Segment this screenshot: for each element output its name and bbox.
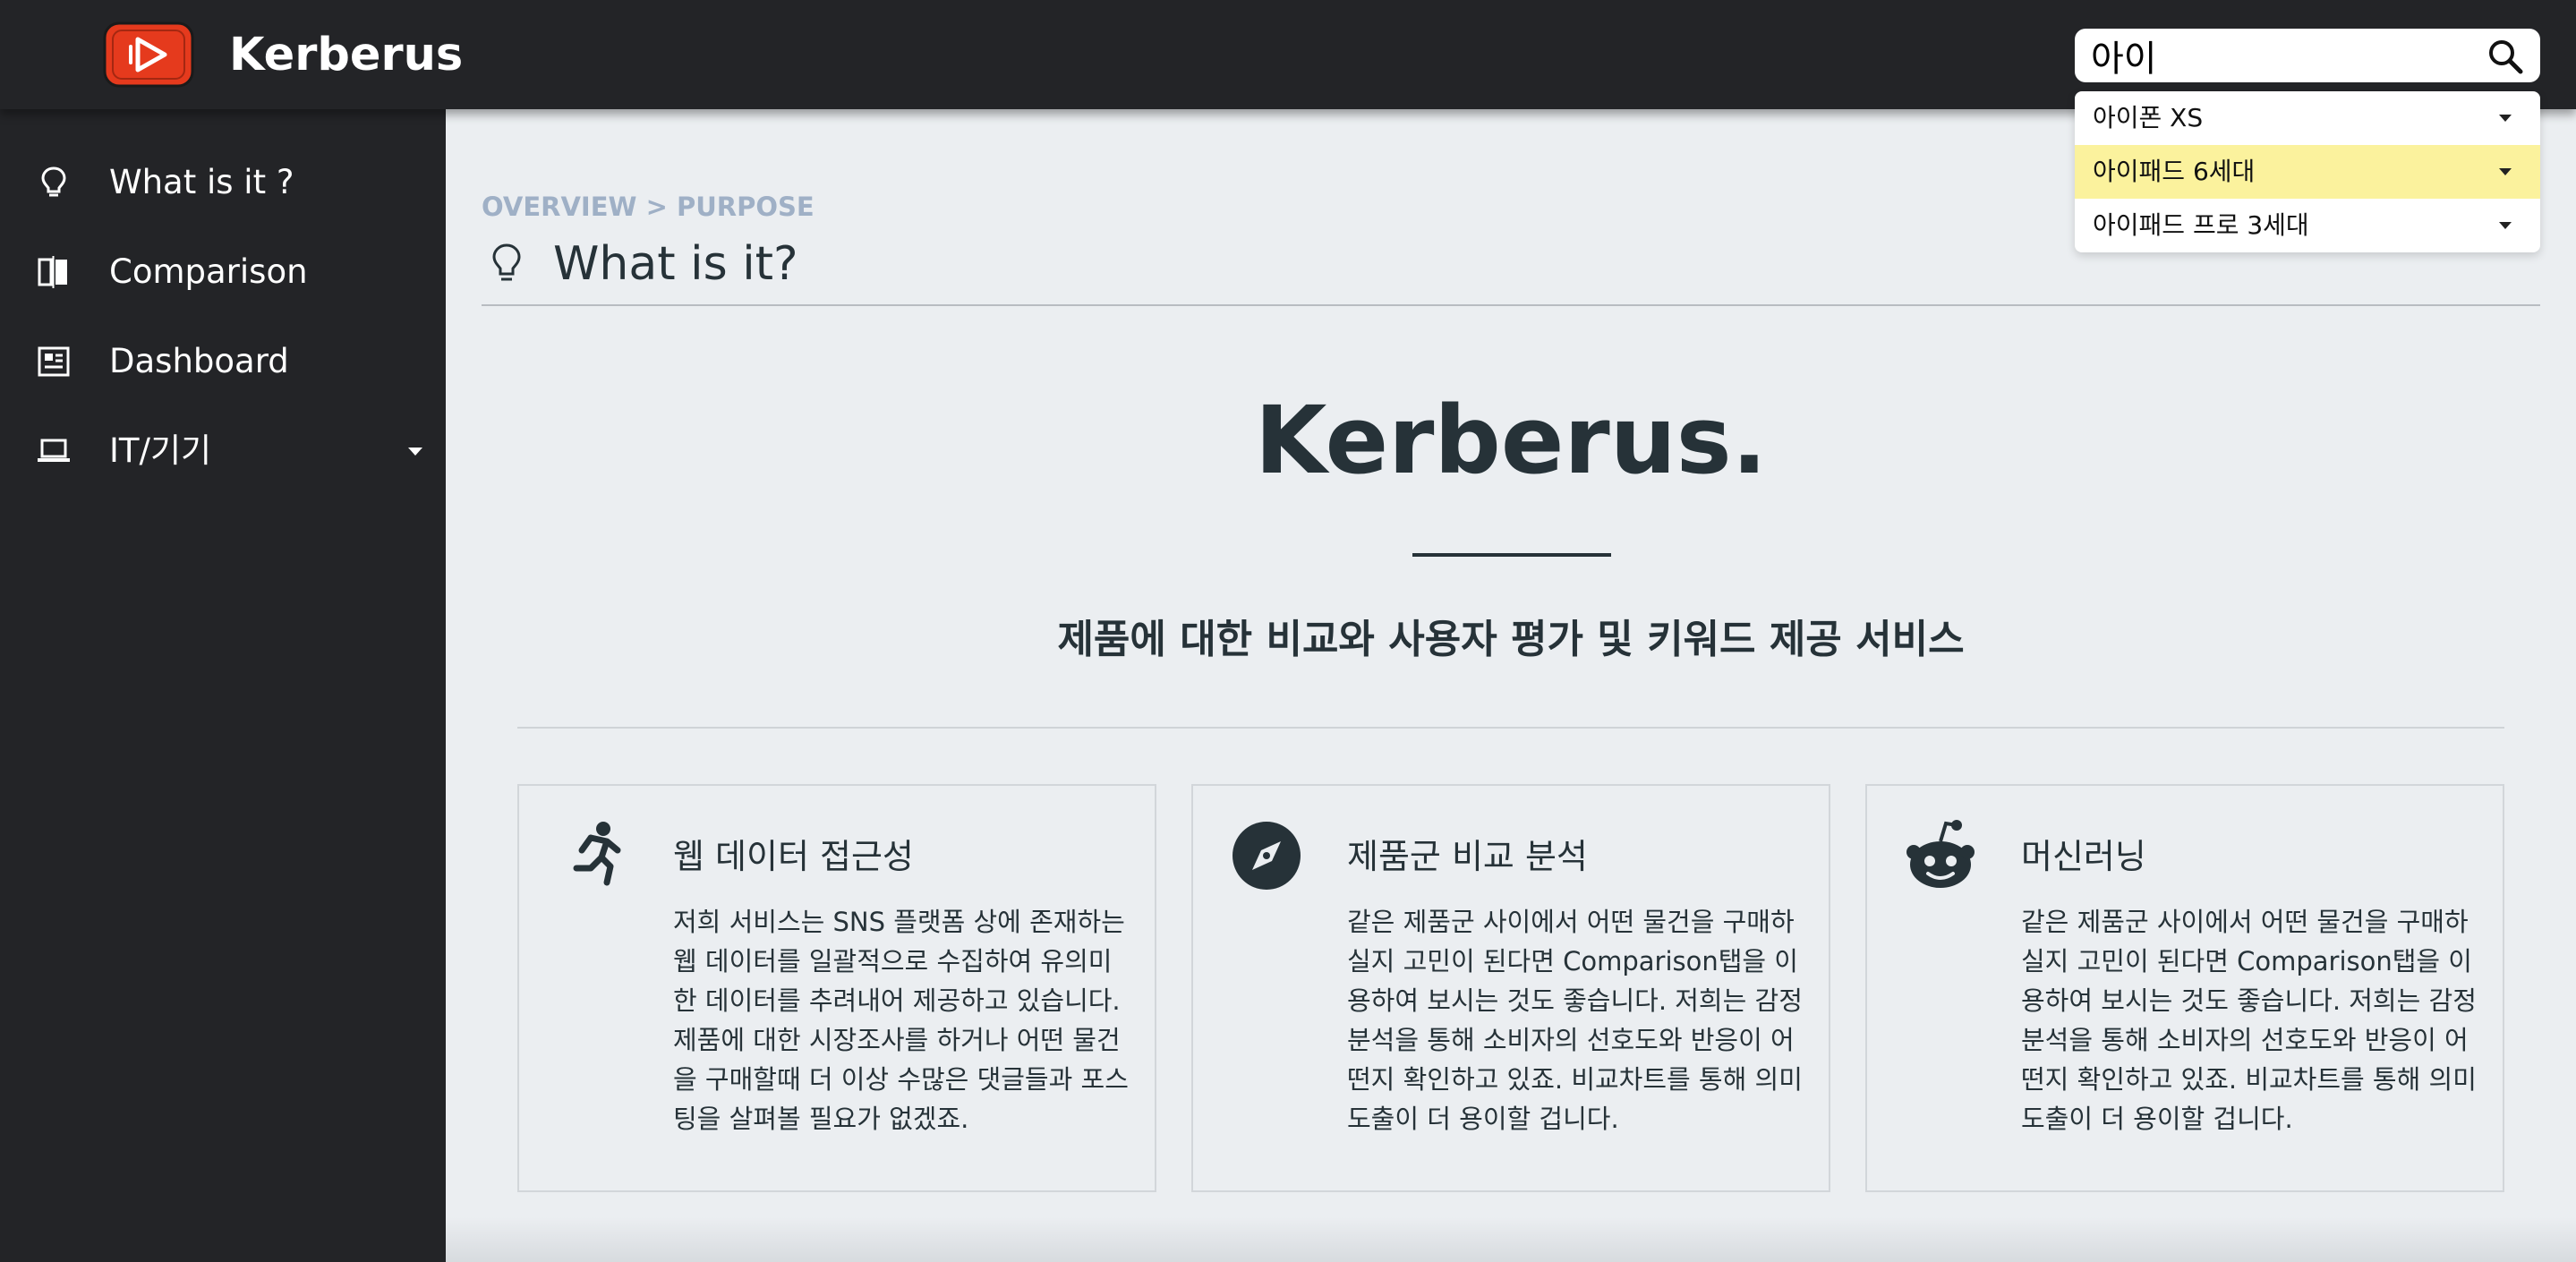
search-box bbox=[2075, 29, 2540, 82]
lightbulb-icon bbox=[492, 243, 521, 281]
brand-name[interactable]: Kerberus bbox=[229, 27, 463, 84]
card-text: 같은 제품군 사이에서 어떤 물건을 구매하실지 고민이 된다면 Compari… bbox=[1347, 907, 1803, 1134]
page-bottom-shadow bbox=[446, 1217, 2576, 1262]
search-input[interactable] bbox=[2091, 34, 2467, 77]
suggestion-label: 아이폰 XS bbox=[2093, 103, 2204, 132]
compass-icon bbox=[1233, 822, 1301, 890]
chevron-down-icon bbox=[2499, 168, 2512, 175]
sidebar-item-it-devices[interactable]: IT/기기 bbox=[0, 415, 446, 487]
kerberus-logo-icon[interactable] bbox=[102, 20, 195, 90]
suggestion-item[interactable]: 아이폰 XS bbox=[2075, 91, 2540, 145]
sidebar: What is it ? Comparison Dashboard IT/기기 bbox=[0, 109, 446, 1262]
lightbulb-icon bbox=[41, 166, 66, 197]
suggestion-item-highlighted[interactable]: 아이패드 6세대 bbox=[2075, 145, 2540, 199]
feature-card-web-data: 웹 데이터 접근성 저희 서비스는 SNS 플랫폼 상에 존재하는 웹 데이터를… bbox=[517, 784, 1156, 1192]
divider bbox=[482, 304, 2540, 306]
card-title: 제품군 비교 분석 bbox=[1347, 837, 1588, 876]
sidebar-item-label: Comparison bbox=[109, 252, 308, 291]
laptop-icon bbox=[38, 439, 70, 462]
divider bbox=[517, 727, 2504, 729]
hero-title: Kerberus. bbox=[1254, 386, 1768, 495]
sidebar-item-comparison[interactable]: Comparison bbox=[0, 236, 446, 308]
feature-card-machine-learning: 머신러닝 같은 제품군 사이에서 어떤 물건을 구매하실지 고민이 된다면 Co… bbox=[1865, 784, 2504, 1192]
suggestion-label: 아이패드 프로 3세대 bbox=[2093, 210, 2309, 240]
compare-icon bbox=[38, 256, 67, 288]
chevron-down-icon bbox=[408, 448, 422, 456]
feature-card-comparison: 제품군 비교 분석 같은 제품군 사이에서 어떤 물건을 구매하실지 고민이 된… bbox=[1191, 784, 1830, 1192]
card-title: 머신러닝 bbox=[2021, 837, 2146, 876]
card-title: 웹 데이터 접근성 bbox=[673, 837, 914, 876]
card-text: 같은 제품군 사이에서 어떤 물건을 구매하실지 고민이 된다면 Compari… bbox=[2021, 907, 2477, 1134]
robot-icon bbox=[1906, 820, 1975, 888]
sidebar-item-label: Dashboard bbox=[109, 342, 289, 380]
chevron-down-icon bbox=[2499, 115, 2512, 122]
suggestion-label: 아이패드 6세대 bbox=[2093, 157, 2256, 186]
search-suggestions: 아이폰 XS 아이패드 6세대 아이패드 프로 3세대 bbox=[2075, 91, 2540, 252]
hero-subtitle: 제품에 대한 비교와 사용자 평가 및 키워드 제공 서비스 bbox=[1057, 617, 1965, 662]
sidebar-item-dashboard[interactable]: Dashboard bbox=[0, 326, 446, 397]
page-title: What is it? bbox=[553, 237, 798, 291]
main-content: OVERVIEW > PURPOSE What is it? Kerberus.… bbox=[446, 109, 2576, 1262]
breadcrumb[interactable]: OVERVIEW > PURPOSE bbox=[482, 192, 815, 222]
search-icon[interactable] bbox=[2486, 38, 2524, 75]
divider bbox=[1412, 553, 1611, 557]
card-text: 저희 서비스는 SNS 플랫폼 상에 존재하는 웹 데이터를 일괄적으로 수집하… bbox=[673, 907, 1129, 1134]
sidebar-item-label: What is it ? bbox=[109, 163, 294, 201]
chevron-down-icon bbox=[2499, 222, 2512, 229]
sidebar-item-label: IT/기기 bbox=[109, 431, 212, 470]
sidebar-item-what-is-it[interactable]: What is it ? bbox=[0, 147, 446, 218]
running-person-icon bbox=[573, 822, 621, 886]
suggestion-item[interactable]: 아이패드 프로 3세대 bbox=[2075, 199, 2540, 252]
dashboard-icon bbox=[38, 346, 70, 377]
